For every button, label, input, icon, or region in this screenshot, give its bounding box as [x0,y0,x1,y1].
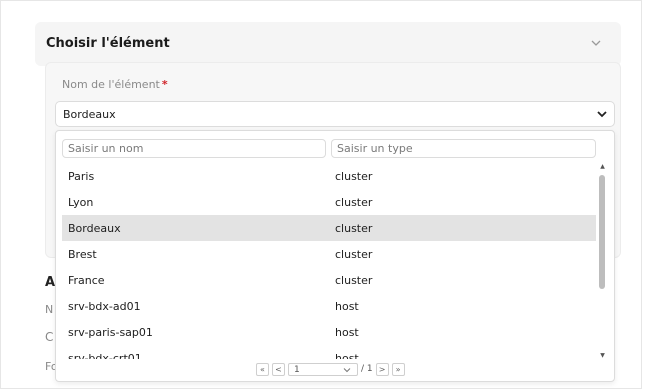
option-row[interactable]: Brest cluster [62,241,596,267]
options-scrollbar[interactable]: ▲ ▼ [598,163,607,359]
first-page-button[interactable]: « [256,362,269,376]
option-name: Brest [68,248,97,261]
option-row[interactable]: Paris cluster [62,163,596,189]
select-value: Bordeaux [63,108,116,121]
field-label-text: Nom de l'élément [62,78,160,91]
behind-radio-letter: C [45,330,54,344]
option-row[interactable]: Lyon cluster [62,189,596,215]
behind-field-letter: Fo [45,360,55,373]
option-row[interactable]: srv-bdx-ad01 host [62,293,596,319]
behind-label-letter: N [45,303,54,316]
page-select[interactable]: 1 [288,362,358,376]
previous-page-button[interactable]: < [272,362,285,376]
option-type: cluster [335,196,373,209]
option-name: Lyon [68,196,94,209]
option-row[interactable]: srv-bdx-crt01 host [62,345,596,359]
chevron-down-icon [343,367,351,372]
option-name: srv-bdx-ad01 [68,300,141,313]
section-title: Choisir l'élément [46,36,170,51]
option-type: host [335,300,359,313]
section-header[interactable]: Choisir l'élément [35,22,621,66]
caret-down-icon[interactable] [596,108,608,120]
behind-heading-letter: A [45,275,55,290]
type-filter-input[interactable] [331,139,596,158]
options-list: Paris cluster Lyon cluster Bordeaux cluster Br… [62,163,596,359]
last-page-button[interactable]: » [391,362,405,376]
scroll-down-arrow-icon[interactable]: ▼ [599,352,606,359]
option-name: srv-bdx-crt01 [68,352,142,359]
next-page-button[interactable]: > [375,362,389,376]
chevron-down-icon[interactable] [589,36,603,50]
page-select-value: 1 [294,364,300,375]
option-type: host [335,352,359,359]
option-type: host [335,326,359,339]
option-type: cluster [335,222,373,235]
required-marker: * [161,78,168,91]
pagination: « < 1 / 1 > » [256,362,405,376]
option-row[interactable]: srv-paris-sap01 host [62,319,596,345]
option-name: srv-paris-sap01 [68,326,153,339]
option-row[interactable]: Bordeaux cluster [62,215,596,241]
option-name: France [68,274,105,287]
option-name: Bordeaux [68,222,121,235]
scroll-thumb[interactable] [599,175,605,289]
name-filter-input[interactable] [62,139,326,158]
option-type: cluster [335,170,373,183]
option-type: cluster [335,248,373,261]
element-select[interactable]: Bordeaux [55,101,615,127]
page-total: / 1 [361,364,373,374]
option-name: Paris [68,170,95,183]
scroll-up-arrow-icon[interactable]: ▲ [599,163,606,170]
option-row[interactable]: France cluster [62,267,596,293]
field-label: Nom de l'élément * [62,78,168,91]
option-type: cluster [335,274,373,287]
